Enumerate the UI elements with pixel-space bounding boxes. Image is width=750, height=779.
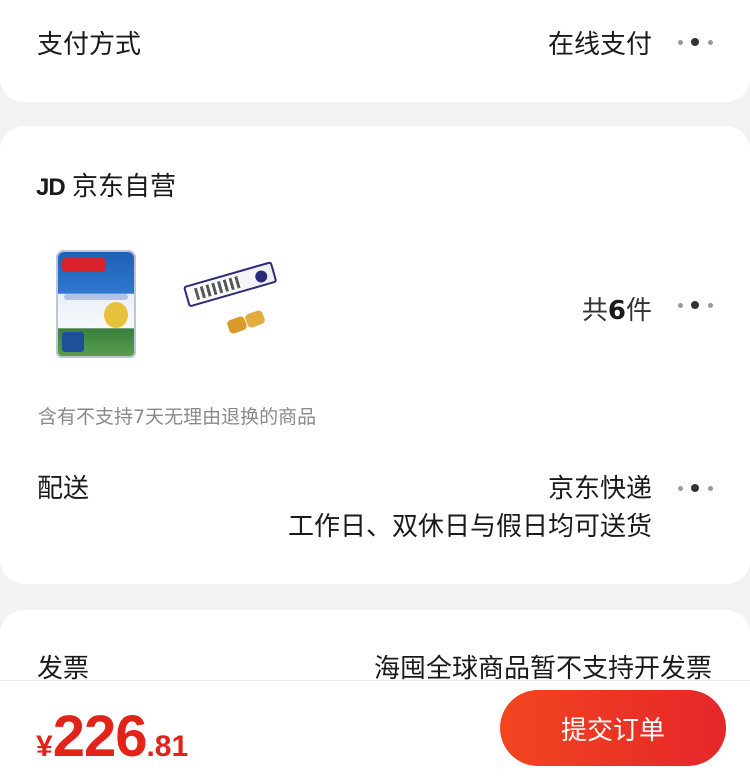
return-policy-notice: 含有不支持7天无理由退换的商品 [38, 406, 317, 428]
delivery-schedule: 工作日、双休日与假日均可送货 [287, 512, 652, 542]
checkout-page: 支付方式 在线支付 JD 京东自营 共6件 含有不支持7天无理由退换的商品 配送… [0, 0, 750, 779]
store-name: 京东自营 [72, 172, 177, 202]
candy-piece-image [244, 309, 266, 329]
jd-logo-icon: JD [36, 174, 66, 201]
product-image-milk[interactable] [56, 250, 136, 358]
more-dots-icon[interactable] [676, 295, 716, 315]
product-image-candy[interactable] [182, 261, 278, 308]
total-price: ¥226.81 [36, 704, 189, 769]
more-dots-icon[interactable] [676, 478, 716, 498]
store-card: JD 京东自营 共6件 含有不支持7天无理由退换的商品 配送 京东快递 工作日、… [0, 126, 750, 584]
item-count[interactable]: 共6件 [582, 290, 652, 327]
invoice-value: 海囤全球商品暂不支持开发票 [373, 654, 712, 684]
delivery-method[interactable]: 京东快递 [548, 474, 652, 504]
more-dots-icon[interactable] [676, 32, 716, 52]
payment-value: 在线支付 [547, 30, 652, 60]
submit-order-button[interactable]: 提交订单 [500, 690, 726, 766]
delivery-label: 配送 [37, 474, 90, 504]
invoice-label: 发票 [37, 654, 90, 684]
checkout-bar: ¥226.81 提交订单 [0, 681, 750, 779]
payment-card[interactable]: 支付方式 在线支付 [0, 0, 750, 102]
payment-label: 支付方式 [37, 30, 142, 60]
